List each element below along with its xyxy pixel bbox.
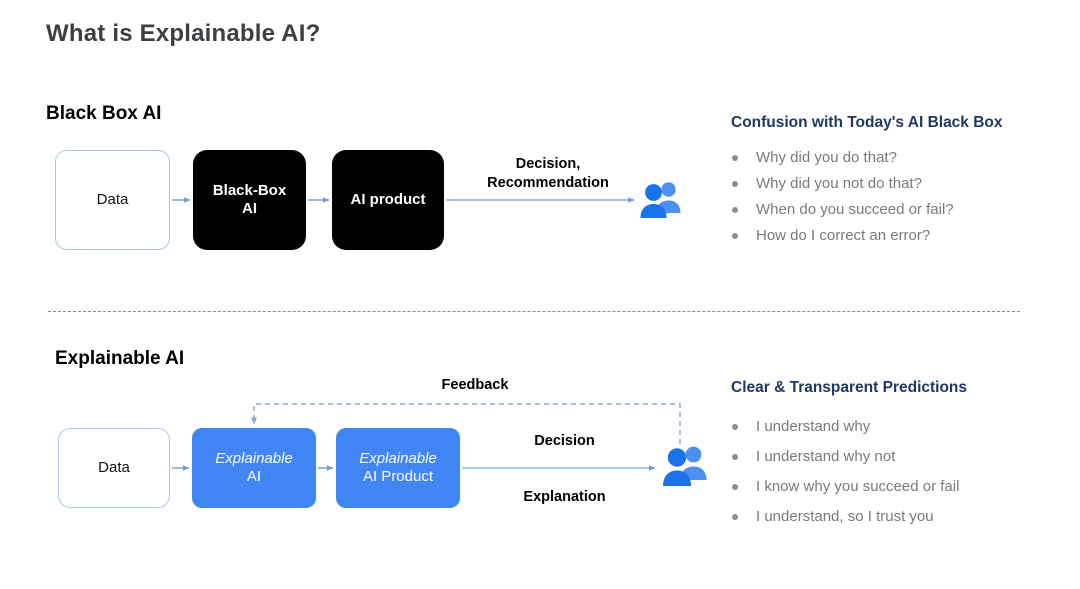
box-explainable-ai-product-line1: Explainable: [359, 449, 437, 467]
bullet-dot-icon: [732, 154, 738, 161]
panel-confusion-title: Confusion with Today's AI Black Box: [731, 114, 1003, 131]
box-explainable-ai-product-line2: AI Product: [362, 468, 434, 485]
box-black-box-ai: Black-Box AI: [193, 150, 306, 250]
bullet-dot-icon: [732, 513, 738, 520]
bullet-dot-icon: [732, 483, 738, 490]
box-data-label: Data: [96, 190, 129, 208]
list-item: I understand why: [731, 419, 1041, 434]
box-explainable-ai-product-label: Explainable AI Product: [359, 450, 437, 487]
bullet-dot-icon: [732, 232, 738, 239]
box-data-black-box-flow: Data: [55, 150, 170, 250]
box-explainable-ai-line2: AI: [246, 468, 262, 485]
bullet-dot-icon: [732, 180, 738, 187]
panel-confusion: Confusion with Today's AI Black Box Why …: [731, 113, 1031, 254]
panel-clear-transparent: Clear & Transparent Predictions I unders…: [731, 378, 1041, 539]
list-item-label: I understand, so I trust you: [756, 507, 934, 525]
list-item: Why did you not do that?: [731, 176, 1031, 191]
page-title: What is Explainable AI?: [46, 20, 321, 47]
list-item: I know why you succeed or fail: [731, 479, 1041, 494]
label-decision: Decision: [534, 433, 595, 449]
section-heading-black-box-ai: Black Box AI: [46, 103, 162, 124]
list-item: I understand why not: [731, 449, 1041, 464]
list-item-label: How do I correct an error?: [756, 226, 931, 244]
people-icon: [663, 446, 707, 486]
box-data-explainable-flow: Data: [58, 428, 170, 508]
section-divider: [48, 311, 1020, 312]
list-item-label: I understand why: [756, 417, 871, 435]
list-item-label: I understand why not: [756, 447, 896, 465]
box-black-box-ai-label: Black-Box AI: [213, 182, 286, 219]
box-black-box-ai-line2: AI: [241, 200, 257, 217]
bullet-dot-icon: [732, 423, 738, 430]
list-item: When do you succeed or fail?: [731, 202, 1031, 217]
box-explainable-ai-label: Explainable AI: [215, 450, 293, 487]
label-feedback: Feedback: [441, 377, 509, 393]
box-ai-product-label: AI product: [350, 190, 426, 208]
list-item: I understand, so I trust you: [731, 509, 1041, 524]
box-black-box-ai-line1: Black-Box: [212, 181, 287, 199]
box-explainable-ai: Explainable AI: [192, 428, 316, 508]
label-decision-recommendation: Decision, Recommendation: [458, 155, 638, 192]
list-item-label: Why did you do that?: [756, 148, 897, 166]
box-explainable-ai-line1: Explainable: [215, 449, 293, 467]
people-icon: [640, 182, 681, 218]
panel-clear-transparent-bullets: I understand why I understand why not I …: [731, 419, 1041, 524]
bullet-dot-icon: [732, 206, 738, 213]
list-item-label: I know why you succeed or fail: [756, 477, 960, 495]
list-item: Why did you do that?: [731, 150, 1031, 165]
label-decision-line1: Decision,: [515, 156, 581, 172]
section-heading-explainable-ai: Explainable AI: [55, 348, 185, 369]
list-item: How do I correct an error?: [731, 228, 1031, 243]
box-explainable-ai-product: Explainable AI Product: [336, 428, 460, 508]
label-explanation: Explanation: [523, 489, 606, 505]
box-data-label: Data: [98, 458, 130, 476]
panel-clear-transparent-title: Clear & Transparent Predictions: [731, 379, 968, 396]
label-recommendation-line2: Recommendation: [487, 174, 609, 191]
box-ai-product: AI product: [332, 150, 444, 250]
bullet-dot-icon: [732, 453, 738, 460]
panel-confusion-bullets: Why did you do that? Why did you not do …: [731, 150, 1031, 243]
list-item-label: When do you succeed or fail?: [756, 200, 954, 218]
list-item-label: Why did you not do that?: [756, 174, 922, 192]
